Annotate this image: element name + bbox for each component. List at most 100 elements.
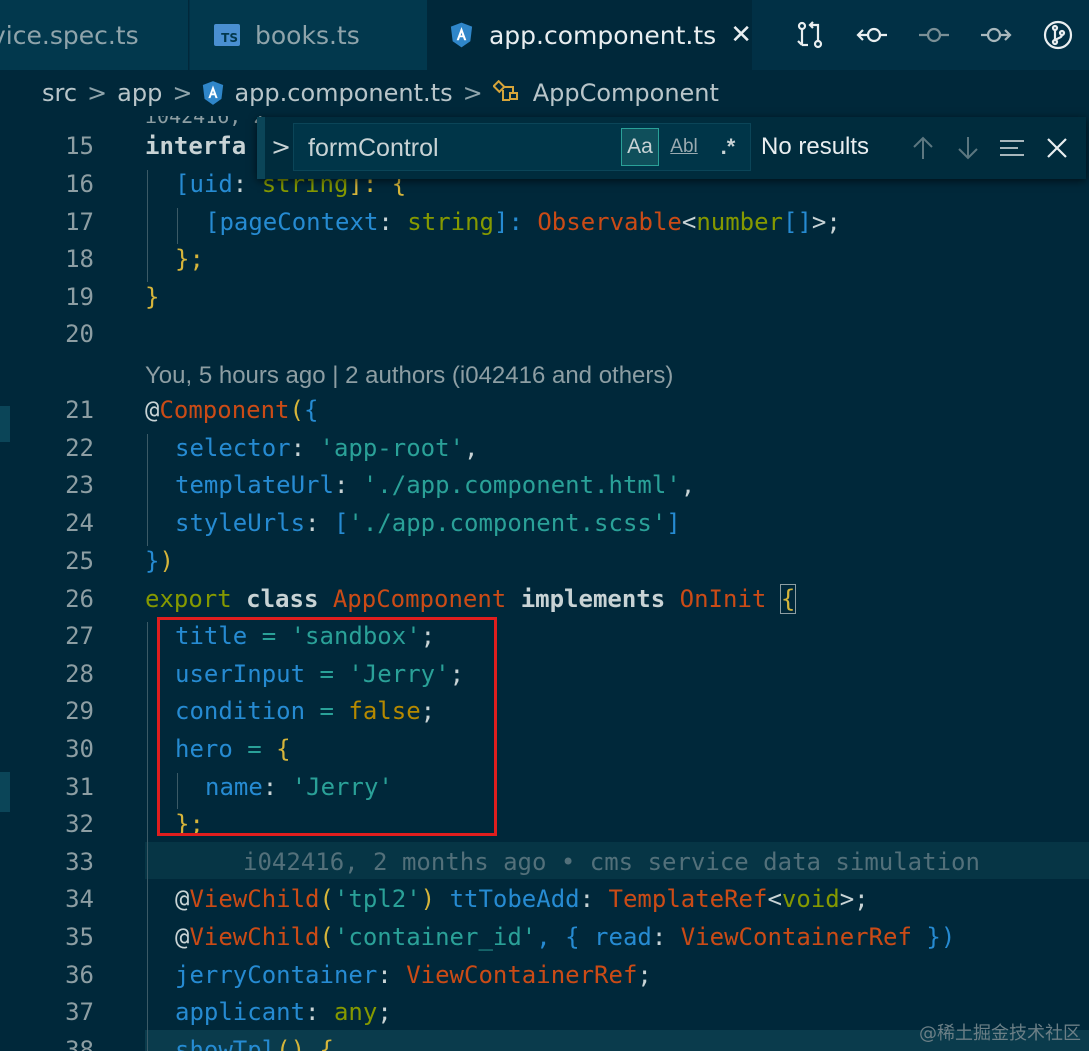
token: void xyxy=(781,885,840,913)
git-forward-icon[interactable] xyxy=(965,0,1027,70)
line-number: 18 xyxy=(65,245,94,273)
token: ) xyxy=(420,885,450,913)
token: jerryContainer xyxy=(175,961,378,989)
token: ( xyxy=(319,923,334,951)
breadcrumb-item-src[interactable]: src xyxy=(42,79,77,107)
token: ( xyxy=(319,885,334,913)
token: Observable xyxy=(537,208,682,236)
code-line-22: selector: 'app-root', xyxy=(175,434,478,462)
code-line-24: styleUrls: ['./app.component.scss'] xyxy=(175,509,681,537)
token: TemplateRef xyxy=(608,885,768,913)
token: { xyxy=(303,396,319,424)
line-number: 29 xyxy=(65,697,94,725)
token: templateUrl xyxy=(175,471,334,499)
code-line-36: jerryContainer: ViewContainerRef; xyxy=(175,961,652,989)
find-status: No results xyxy=(761,133,870,160)
close-icon[interactable] xyxy=(1037,128,1077,168)
token: 'tpl2' xyxy=(333,885,421,913)
token: 'container_id' xyxy=(333,923,537,951)
find-query: formControl xyxy=(308,134,439,162)
angular-icon xyxy=(450,22,473,48)
find-replace-toggle[interactable] xyxy=(257,117,265,179)
token: , xyxy=(464,434,479,462)
token: ViewContainerRef xyxy=(680,923,912,951)
line-number: 38 xyxy=(65,1036,94,1051)
tab-app-component[interactable]: app.component.ts ✕ xyxy=(428,0,752,70)
tab-bar: vice.spec.ts TS books.ts app.component.t… xyxy=(0,0,1089,70)
line-number: 20 xyxy=(65,320,94,348)
line-number: 15 xyxy=(65,132,94,160)
match-case-toggle[interactable]: Aa xyxy=(621,128,659,166)
git-compare-icon[interactable] xyxy=(779,0,841,70)
token: : xyxy=(579,885,609,913)
token: number xyxy=(696,208,784,236)
git-back-icon[interactable] xyxy=(841,0,903,70)
git-commit-icon[interactable] xyxy=(903,0,965,70)
token: , { xyxy=(536,923,595,951)
token: styleUrls xyxy=(175,509,306,537)
breadcrumb-item-file[interactable]: app.component.ts xyxy=(234,79,452,107)
whole-word-toggle[interactable]: Abl xyxy=(667,128,701,166)
token: () { xyxy=(276,1036,334,1051)
find-in-selection-icon[interactable] xyxy=(992,128,1032,168)
close-icon[interactable]: ✕ xyxy=(730,20,752,50)
token: ViewChild xyxy=(189,923,320,951)
codelens-authors[interactable]: You, 5 hours ago | 2 authors (i042416 an… xyxy=(145,362,673,390)
token: ttTobeAdd xyxy=(449,885,580,913)
breadcrumb-separator: > xyxy=(462,79,483,107)
previous-match-button[interactable] xyxy=(903,128,943,168)
highlight-box xyxy=(157,617,497,836)
breadcrumb-item-class[interactable]: AppComponent xyxy=(533,79,719,107)
code-line-35: @ViewChild('container_id', { read: ViewC… xyxy=(175,923,955,951)
regex-toggle[interactable]: .* xyxy=(711,128,745,166)
line-number: 28 xyxy=(65,660,94,688)
code-line-38: showTpl() { xyxy=(175,1036,334,1051)
find-input[interactable]: formControl Aa Abl .* xyxy=(293,123,751,171)
code-editor[interactable]: i042416, 2 15 16 17 18 19 20 21 22 23 24… xyxy=(0,116,1089,1051)
code-line-19: } xyxy=(145,283,160,311)
code-line-17: [pageContext: string]: Observable<number… xyxy=(205,208,841,236)
find-widget: > formControl Aa Abl .* No results xyxy=(257,117,1086,179)
line-number: 33 xyxy=(65,848,94,876)
token: any xyxy=(333,998,378,1026)
token: class xyxy=(246,585,319,613)
line-number: 23 xyxy=(65,471,94,499)
next-match-button[interactable] xyxy=(948,128,988,168)
git-blame-annotation: i042416, 2 months ago • cms service data… xyxy=(243,848,980,876)
git-lens-icon[interactable] xyxy=(1027,0,1089,70)
tab-label: vice.spec.ts xyxy=(0,20,139,50)
token: } xyxy=(145,547,160,575)
breadcrumb: src > app > app.component.ts > AppCompon… xyxy=(0,70,1089,116)
token: AppComponent xyxy=(332,585,507,613)
line-number: 32 xyxy=(65,810,94,838)
code-line-25: }) xyxy=(145,547,174,575)
tab-books[interactable]: TS books.ts xyxy=(190,0,428,70)
chevron-right-icon[interactable]: > xyxy=(271,133,291,161)
watermark: @稀土掘金技术社区 xyxy=(919,1023,1081,1044)
token: [ xyxy=(333,509,349,537)
token: './app.component.html' xyxy=(362,471,681,499)
token: string xyxy=(407,208,494,236)
token: ( xyxy=(289,396,304,424)
token: : xyxy=(305,998,334,1026)
token: selector xyxy=(175,434,291,462)
tab-vice-spec[interactable]: vice.spec.ts xyxy=(0,0,189,70)
token: }) xyxy=(911,923,956,951)
token: : xyxy=(305,509,334,537)
line-number: 19 xyxy=(65,283,94,311)
line-number: 25 xyxy=(65,547,94,575)
keyword: interfa xyxy=(145,132,247,160)
code-line-15: interfa xyxy=(145,132,246,160)
line-number: 21 xyxy=(65,396,94,424)
token: ) xyxy=(159,547,174,575)
token: : xyxy=(333,471,363,499)
code-line-18: }; xyxy=(175,245,204,273)
token: : xyxy=(651,923,681,951)
token: [uid xyxy=(175,170,233,198)
token: ; xyxy=(637,961,652,989)
token: ] xyxy=(666,509,681,537)
token: ; xyxy=(377,998,392,1026)
breadcrumb-item-app[interactable]: app xyxy=(117,79,162,107)
